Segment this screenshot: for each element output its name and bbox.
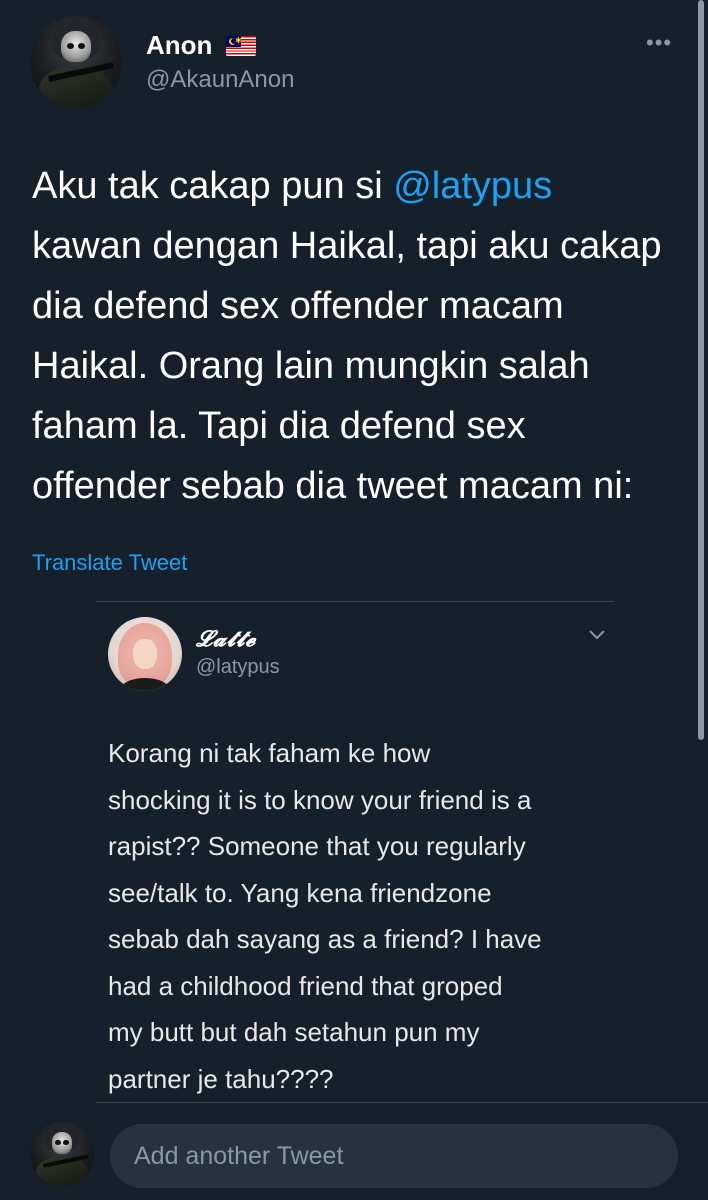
- translate-tweet-link[interactable]: Translate Tweet: [32, 550, 187, 576]
- user-avatar[interactable]: [30, 1122, 94, 1186]
- quoted-text-line: shocking it is to know your friend is a: [108, 784, 532, 815]
- add-tweet-input[interactable]: Add another Tweet: [110, 1124, 678, 1188]
- tweet-text-line: kawan dengan Haikal, tapi aku cakap: [32, 225, 662, 267]
- tweet-text-line: dia defend sex offender macam: [32, 285, 564, 327]
- tweet-text-line: offender sebab dia tweet macam ni:: [32, 465, 634, 507]
- more-dots-icon[interactable]: •••: [646, 32, 672, 54]
- malaysia-flag-icon: ✱: [226, 36, 256, 56]
- tweet-text-line: Haikal. Orang lain mungkin salah: [32, 345, 590, 387]
- author-avatar[interactable]: [30, 16, 122, 108]
- quote-divider-bottom: [96, 1102, 708, 1103]
- avatar-skull-mask: [61, 30, 91, 62]
- quoted-text-line: Korang ni tak faham ke how: [108, 738, 431, 768]
- quote-divider-top: [96, 601, 614, 602]
- quoted-author-avatar[interactable]: [108, 617, 182, 691]
- chevron-down-icon[interactable]: [586, 628, 608, 642]
- quoted-text-line: rapist?? Someone that you regularly: [108, 831, 526, 861]
- author-handle[interactable]: @AkaunAnon: [146, 66, 294, 94]
- scrollbar[interactable]: [698, 0, 704, 740]
- quoted-text-line: see/talk to. Yang kena friendzone: [108, 877, 492, 908]
- tweet-text-line: faham la. Tapi dia defend sex: [32, 405, 526, 447]
- quoted-handle[interactable]: @latypus: [196, 656, 280, 679]
- quoted-text-line: had a childhood friend that groped: [108, 970, 503, 1001]
- tweet-text-prefix: Aku tak cakap pun si: [32, 165, 394, 207]
- quoted-text-line: partner je tahu????: [108, 1063, 334, 1094]
- quoted-text-line: my butt but dah setahun pun my: [108, 1017, 480, 1047]
- tweet-text: Aku tak cakap pun si @latypus kawan deng…: [32, 156, 692, 516]
- add-tweet-placeholder: Add another Tweet: [134, 1142, 344, 1170]
- tweet-text-line: Aku tak cakap pun si @latypus: [32, 156, 692, 216]
- quoted-tweet-text: Korang ni tak faham ke how shocking it i…: [108, 730, 668, 1102]
- mention-link[interactable]: @latypus: [393, 165, 552, 207]
- quoted-text-line: sebab dah sayang as a friend? I have: [108, 924, 542, 954]
- quoted-display-name[interactable]: 𝓛𝓪𝓽𝓽𝓮: [196, 626, 256, 652]
- author-display-name[interactable]: Anon: [146, 30, 212, 61]
